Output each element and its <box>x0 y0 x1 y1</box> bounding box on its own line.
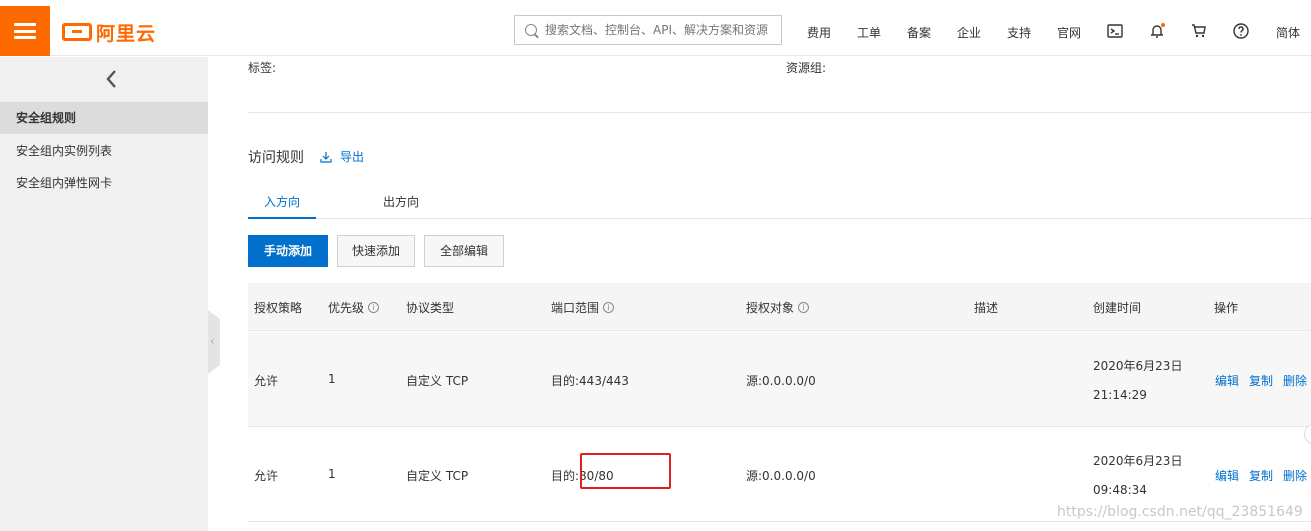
nav-enterprise[interactable]: 企业 <box>957 24 981 41</box>
resource-group-label: 资源组: <box>786 61 827 75</box>
column-header: 描述 <box>974 301 999 315</box>
bell-icon[interactable] <box>1148 22 1166 40</box>
column-header: 授权策略 <box>254 301 303 315</box>
edit-link[interactable]: 编辑 <box>1215 467 1239 484</box>
info-icon[interactable]: i <box>603 302 615 313</box>
cell-priority: 1 <box>328 372 336 386</box>
cell-port: 目的:443/443 <box>551 374 629 388</box>
nav-support[interactable]: 支持 <box>1007 24 1031 41</box>
logo-text: 阿里云 <box>96 22 157 45</box>
menu-button[interactable] <box>0 6 50 56</box>
hamburger-icon <box>14 23 36 39</box>
sidebar-item-eni[interactable]: 安全组内弹性网卡 <box>0 167 208 199</box>
nav-official-site[interactable]: 官网 <box>1057 24 1081 41</box>
search-input[interactable] <box>545 23 781 37</box>
cell-time: 21:14:29 <box>1093 388 1147 402</box>
main-content: 标签: 资源组: 访问规则 导出 入方向 出方向 手动添加 快速添加 全部编辑 … <box>208 57 1311 531</box>
top-navigation-bar: 阿里云 费用 工单 备案 企业 支持 官网 简体 <box>0 0 1311 56</box>
tags-label: 标签: <box>248 61 277 75</box>
export-link[interactable]: 导出 <box>320 148 364 165</box>
download-icon <box>320 151 332 163</box>
search-icon <box>525 24 537 36</box>
info-icon[interactable]: i <box>798 302 810 313</box>
terminal-icon[interactable] <box>1106 22 1124 40</box>
direction-tabs: 入方向 出方向 <box>248 185 1311 219</box>
tab-outbound[interactable]: 出方向 <box>365 193 437 219</box>
column-header: 创建时间 <box>1093 301 1142 315</box>
cell-priority: 1 <box>328 467 336 481</box>
column-header: 操作 <box>1214 301 1239 315</box>
column-header-object: 授权对象 i <box>746 299 810 316</box>
divider <box>248 112 1311 113</box>
column-header-label: 优先级 <box>328 301 365 315</box>
delete-link[interactable]: 删除 <box>1283 372 1307 389</box>
manual-add-button[interactable]: 手动添加 <box>248 235 328 267</box>
help-icon[interactable] <box>1232 22 1250 40</box>
delete-link[interactable]: 删除 <box>1283 467 1307 484</box>
search-box[interactable] <box>514 15 782 45</box>
cell-object: 源:0.0.0.0/0 <box>746 469 816 483</box>
copy-link[interactable]: 复制 <box>1249 467 1273 484</box>
tab-inbound[interactable]: 入方向 <box>248 193 316 219</box>
cell-policy: 允许 <box>254 374 279 388</box>
edit-all-button[interactable]: 全部编辑 <box>424 235 504 267</box>
sidebar-item-label: 安全组规则 <box>16 111 77 125</box>
column-header: 协议类型 <box>406 301 455 315</box>
nav-icp-filing[interactable]: 备案 <box>907 24 931 41</box>
language-switch[interactable]: 简体 <box>1276 24 1300 41</box>
sidebar-item-label: 安全组内弹性网卡 <box>16 176 113 190</box>
sidebar-item-label: 安全组内实例列表 <box>16 144 113 158</box>
cell-protocol: 自定义 TCP <box>406 469 469 483</box>
export-label: 导出 <box>340 150 365 164</box>
info-icon[interactable]: i <box>368 302 380 313</box>
cart-icon[interactable] <box>1190 22 1208 40</box>
highlight-box <box>580 453 671 489</box>
nav-fees[interactable]: 费用 <box>807 24 831 41</box>
cell-policy: 允许 <box>254 469 279 483</box>
quick-add-button[interactable]: 快速添加 <box>337 235 415 267</box>
cell-date: 2020年6月23日 <box>1093 454 1183 468</box>
table-header: 授权策略 优先级 i 协议类型 端口范围 i 授权对象 i 描述 创建时间 操作 <box>248 283 1311 331</box>
aliyun-logo[interactable]: 阿里云 <box>62 20 157 45</box>
nav-tickets[interactable]: 工单 <box>857 24 881 41</box>
watermark: https://blog.csdn.net/qq_23851649 <box>1057 504 1303 520</box>
column-header-label: 端口范围 <box>551 301 600 315</box>
column-header-label: 授权对象 <box>746 301 795 315</box>
sidebar: 安全组规则 安全组内实例列表 安全组内弹性网卡 <box>0 57 208 531</box>
cell-object: 源:0.0.0.0/0 <box>746 374 816 388</box>
edit-link[interactable]: 编辑 <box>1215 372 1239 389</box>
column-header-priority: 优先级 i <box>328 299 380 316</box>
aliyun-logo-icon <box>62 23 92 41</box>
copy-link[interactable]: 复制 <box>1249 372 1273 389</box>
sidebar-item-security-group-rules[interactable]: 安全组规则 <box>0 102 208 134</box>
sidebar-item-instances[interactable]: 安全组内实例列表 <box>0 135 208 167</box>
cell-time: 09:48:34 <box>1093 483 1147 497</box>
cell-date: 2020年6月23日 <box>1093 359 1183 373</box>
cell-protocol: 自定义 TCP <box>406 374 469 388</box>
column-header-port: 端口范围 i <box>551 299 615 316</box>
table-row: 允许 1 自定义 TCP 目的:443/443 源:0.0.0.0/0 2020… <box>248 332 1311 427</box>
section-title: 访问规则 <box>248 150 304 166</box>
chevron-left-icon[interactable] <box>100 67 124 91</box>
